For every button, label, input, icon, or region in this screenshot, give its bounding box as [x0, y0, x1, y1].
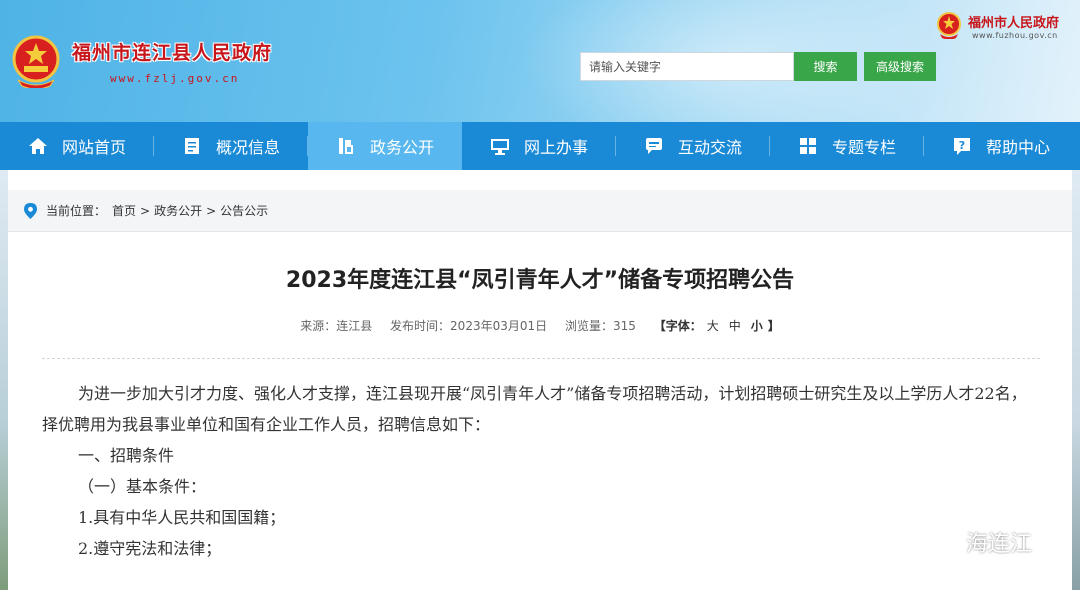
wechat-icon [917, 527, 954, 556]
background-scenery-left [0, 170, 8, 590]
chat-icon [645, 138, 662, 154]
article-publish-time: 发布时间：2023年03月01日 [390, 319, 548, 333]
nav-item-label: 概况信息 [215, 138, 280, 157]
national-emblem-icon [12, 35, 60, 88]
article-body: 为进一步加大引才力度、强化人才支撑，连江县现开展“凤引青年人才”储备专项招聘活动… [42, 378, 1042, 564]
nav-item-interaction[interactable]: 互动交流 [616, 122, 770, 170]
help-icon: ? [953, 138, 970, 155]
nav-item-label: 网站首页 [61, 138, 126, 157]
breadcrumb-open-affairs[interactable]: 政务公开 [154, 202, 202, 219]
breadcrumb-separator: > [206, 203, 217, 218]
parent-site-url: www.fuzhou.gov.cn [972, 31, 1058, 40]
font-size-small[interactable]: 小 [751, 319, 763, 333]
breadcrumb-prefix: 当前位置： [46, 204, 107, 218]
fuzhou-emblem-icon [937, 12, 961, 39]
nav-item-label: 政务公开 [369, 138, 434, 157]
background-scenery-right [1072, 170, 1080, 590]
nav-item-online-service[interactable]: 网上办事 [462, 122, 616, 170]
nav-item-home[interactable]: 网站首页 [0, 122, 154, 170]
nav-item-overview[interactable]: 概况信息 [154, 122, 308, 170]
subsection-heading: （一）基本条件： [78, 477, 207, 496]
font-size-label: 【字体： [653, 319, 702, 333]
location-pin-icon [24, 202, 37, 219]
font-size-close: 】 [767, 319, 780, 333]
nav-item-topics[interactable]: 专题专栏 [770, 122, 924, 170]
nav-item-label: 互动交流 [677, 138, 742, 157]
site-title[interactable]: 福州市连江县人民政府 [72, 38, 272, 65]
article-source: 来源：连江县 [300, 319, 373, 333]
section-heading: 一、招聘条件 [78, 446, 175, 465]
svg-text:?: ? [959, 139, 965, 152]
divider [42, 358, 1040, 359]
wechat-watermark: 海连江 [916, 526, 1032, 558]
nav-item-help[interactable]: ? 帮助中心 [924, 122, 1078, 170]
document-icon [184, 138, 199, 154]
site-header: 福州市连江县人民政府 www.fzlj.gov.cn 福州市人民政府 www.f… [0, 0, 1080, 122]
grid-icon [799, 138, 816, 154]
search-input[interactable] [580, 52, 794, 81]
open-affairs-icon [338, 138, 353, 154]
watermark-label: 海连江 [966, 532, 1033, 557]
nav-item-label: 专题专栏 [831, 138, 896, 157]
breadcrumb-separator: > [140, 203, 151, 218]
font-size-large[interactable]: 大 [707, 319, 719, 333]
parent-site-title[interactable]: 福州市人民政府 [968, 12, 1059, 31]
home-icon [28, 138, 47, 154]
list-item: 1.具有中华人民共和国国籍； [78, 508, 286, 527]
advanced-search-button[interactable]: 高级搜索 [864, 52, 936, 81]
nav-item-open-affairs[interactable]: 政务公开 [308, 122, 462, 170]
breadcrumb-announcements[interactable]: 公告公示 [220, 202, 268, 219]
font-size-medium[interactable]: 中 [729, 319, 741, 333]
list-item: 2.遵守宪法和法律； [78, 539, 222, 558]
main-nav: 网站首页 概况信息 政务公开 网上办事 互动交流 专题专栏 ? 帮助中心 [0, 122, 1080, 170]
article-meta: 来源：连江县 发布时间：2023年03月01日 浏览量：315 【字体： 大中小】 [8, 317, 1072, 334]
breadcrumb: 当前位置： 首页 > 政务公开 > 公告公示 [8, 190, 1072, 232]
nav-item-label: 帮助中心 [985, 138, 1050, 157]
site-url: www.fzlj.gov.cn [110, 72, 240, 85]
article-views: 浏览量：315 [564, 319, 636, 333]
monitor-icon [490, 139, 509, 155]
paragraph-intro: 为进一步加大引才力度、强化人才支撑，连江县现开展“凤引青年人才”储备专项招聘活动… [42, 384, 1027, 434]
article-title: 2023年度连江县“凤引青年人才”储备专项招聘公告 [285, 268, 795, 293]
breadcrumb-home[interactable]: 首页 [112, 202, 136, 219]
search-button[interactable]: 搜索 [794, 52, 857, 81]
nav-item-label: 网上办事 [523, 138, 588, 157]
font-size-switcher: 【字体： 大中小】 [654, 319, 780, 333]
